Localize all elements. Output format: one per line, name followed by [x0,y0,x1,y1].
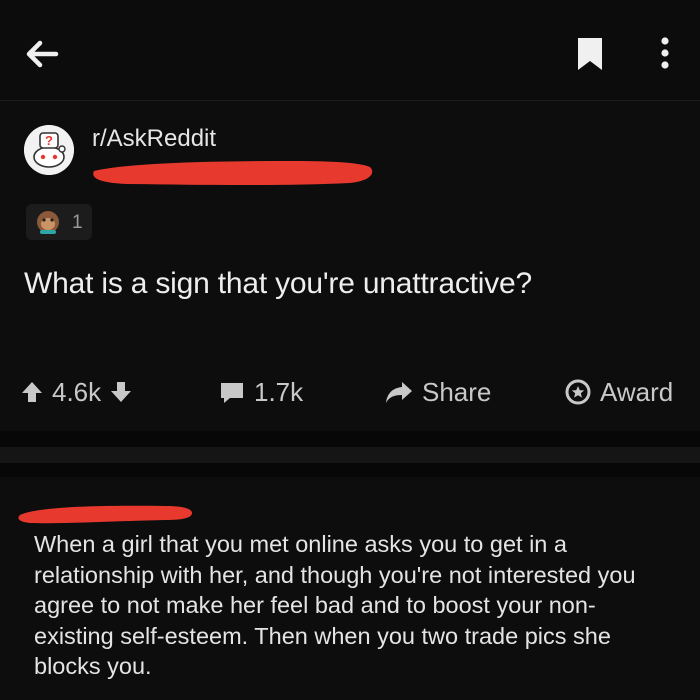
awards-chip[interactable]: 1 [26,204,92,240]
comment-body: When a girl that you met online asks you… [34,531,636,679]
section-divider [0,431,700,447]
subreddit-avatar[interactable]: ? [24,125,74,175]
award-label: Award [600,376,674,407]
comment-bubble-icon [221,383,243,403]
comment-count: 1.7k [254,376,304,407]
back-button[interactable] [20,32,64,76]
commenter-redaction [16,491,196,527]
downvote-arrow-icon[interactable] [109,379,133,405]
bookmark-icon [578,38,602,70]
reddit-post-screen: ? r/AskReddit 1 What is a sign that you'… [0,0,700,700]
bookmark-button[interactable] [570,32,610,76]
section-divider [0,463,700,477]
section-divider [0,447,700,463]
upvote-arrow-icon[interactable] [20,379,44,405]
award-button[interactable]: Award [564,369,681,415]
post-card: ? r/AskReddit 1 What is a sign that you'… [0,101,700,431]
post-title: What is a sign that you're unattractive? [24,267,532,300]
subreddit-name[interactable]: r/AskReddit [92,125,216,153]
upvote-count: 4.6k [52,376,102,407]
vote-control: 4.6k [20,369,133,415]
award-badge-icon [565,379,591,405]
askreddit-snoo-icon: ? [24,125,74,175]
more-vertical-icon [661,37,669,69]
author-redaction [88,155,376,189]
post-action-bar: 4.6k 1.7k Share Award [0,369,700,415]
more-options-button[interactable] [650,32,680,76]
award-count: 1 [72,212,83,233]
arrow-left-icon [26,40,59,68]
comment-card: When a girl that you met online asks you… [0,477,700,700]
svg-text:?: ? [45,133,53,148]
top-app-bar [0,0,700,101]
comments-button[interactable]: 1.7k [218,369,311,415]
share-label: Share [422,376,492,407]
award-icon [37,211,59,234]
share-arrow-icon [386,382,412,403]
share-button[interactable]: Share [384,369,499,415]
